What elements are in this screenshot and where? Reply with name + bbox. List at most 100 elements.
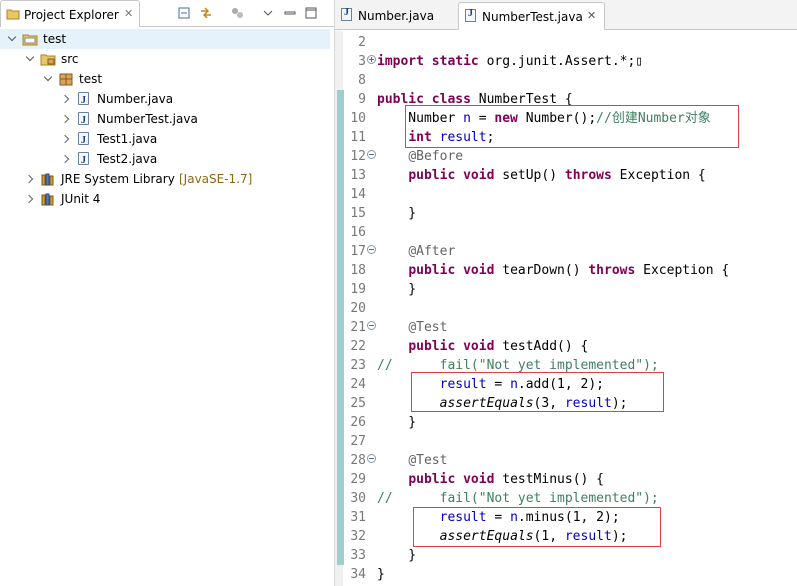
java-file-icon xyxy=(465,8,476,22)
line-number: 25 xyxy=(350,396,366,411)
link-with-editor-icon[interactable] xyxy=(199,6,213,20)
line-number: 19 xyxy=(350,282,366,297)
line-number: 15 xyxy=(350,206,366,221)
tree-item-label: test xyxy=(43,32,67,46)
tree-item[interactable]: Test1.java xyxy=(0,129,330,151)
line-number: 32 xyxy=(350,529,366,544)
tree-item[interactable]: Test2.java xyxy=(0,149,330,171)
line-number: 30 xyxy=(350,491,366,506)
tree-item[interactable]: JRE System Library [JavaSE-1.7] xyxy=(0,169,330,189)
line-number: 26 xyxy=(350,415,366,430)
tree-item-label: JUnit 4 xyxy=(61,192,101,206)
collapse-arrow-icon[interactable] xyxy=(62,134,72,144)
collapse-arrow-icon[interactable] xyxy=(62,114,72,124)
tab-numbertest-java[interactable]: NumberTest.java ✕ xyxy=(458,2,605,30)
project-explorer-icon xyxy=(6,8,20,20)
close-icon[interactable]: ✕ xyxy=(587,9,596,22)
minimize-icon[interactable] xyxy=(283,6,297,20)
collapse-fold-icon[interactable] xyxy=(367,321,376,330)
project-explorer-title: Project Explorer xyxy=(24,8,119,22)
collapse-arrow-icon[interactable] xyxy=(26,174,36,184)
line-number: 33 xyxy=(350,548,366,563)
line-number: 27 xyxy=(350,434,366,449)
line-number: 29 xyxy=(350,472,366,487)
code-line: } xyxy=(377,282,417,297)
line-number: 12 xyxy=(350,149,366,164)
tree-item-label: Number.java xyxy=(97,92,174,106)
line-number: 21 xyxy=(350,320,366,335)
line-number: 28 xyxy=(350,453,366,468)
code-line: public void setUp() throws Exception { xyxy=(408,168,706,183)
maximize-icon[interactable] xyxy=(304,6,318,20)
tree-item[interactable]: test xyxy=(0,69,330,89)
collapse-fold-icon[interactable] xyxy=(367,245,376,254)
library-icon xyxy=(40,191,56,207)
tab-label: Number.java xyxy=(358,9,435,23)
expand-arrow-icon[interactable] xyxy=(26,54,36,64)
tree-item-decoration: [JavaSE-1.7] xyxy=(179,172,253,186)
code-line: // fail("Not yet implemented"); xyxy=(377,491,659,506)
collapse-all-icon[interactable] xyxy=(177,6,191,20)
line-number: 17 xyxy=(350,244,366,259)
collapse-arrow-icon[interactable] xyxy=(62,154,72,164)
project-icon xyxy=(22,31,38,47)
line-number: 9 xyxy=(358,92,366,107)
project-explorer-panel: Project Explorer ✕ test src test Number.jav… xyxy=(0,0,335,586)
collapse-arrow-icon[interactable] xyxy=(26,194,36,204)
line-number: 8 xyxy=(358,73,366,88)
line-number: 10 xyxy=(350,111,366,126)
tree-item[interactable]: NumberTest.java xyxy=(0,109,330,131)
editor-tab-bar: Number.java NumberTest.java ✕ xyxy=(335,0,797,30)
tree-item[interactable]: test xyxy=(0,29,330,49)
quick-diff-ruler xyxy=(335,31,347,586)
tree-item-label: NumberTest.java xyxy=(97,112,198,126)
code-line: public void testMinus() { xyxy=(408,472,604,487)
highlight-box-fields xyxy=(405,105,739,148)
line-number: 23 xyxy=(350,358,366,373)
code-line: public void testAdd() { xyxy=(408,339,589,354)
tree-item[interactable]: Number.java xyxy=(0,89,330,111)
line-number: 2 xyxy=(358,35,366,50)
tree-item[interactable]: JUnit 4 xyxy=(0,189,330,209)
filter-icon[interactable] xyxy=(230,6,244,20)
highlight-box-testadd xyxy=(411,372,664,412)
tree-item[interactable]: src xyxy=(0,49,330,69)
expand-arrow-icon[interactable] xyxy=(8,34,18,44)
code-line: } xyxy=(377,567,385,582)
java-file-icon xyxy=(76,131,92,151)
code-line: } xyxy=(377,548,417,563)
java-file-icon xyxy=(76,111,92,131)
code-line: @Test xyxy=(408,453,448,468)
tab-number-java[interactable]: Number.java xyxy=(335,2,457,30)
tree-item-label: Test1.java xyxy=(97,132,158,146)
line-number: 18 xyxy=(350,263,366,278)
package-icon xyxy=(58,71,74,87)
project-explorer-tab[interactable]: Project Explorer ✕ xyxy=(0,0,140,27)
tree-item-label: test xyxy=(79,72,103,86)
close-icon[interactable]: ✕ xyxy=(124,7,133,20)
view-menu-chevron-down-icon[interactable] xyxy=(261,6,275,20)
line-number: 31 xyxy=(350,510,366,525)
code-line: @Before xyxy=(408,149,464,164)
java-file-icon xyxy=(76,151,92,171)
line-number: 14 xyxy=(350,187,366,202)
line-number: 13 xyxy=(350,168,366,183)
line-number-gutter: 2 3 8 9 10 11 12 13 14 15 16 17 18 19 20 21 22 23 24 25 26 27… xyxy=(344,31,376,586)
collapse-fold-icon[interactable] xyxy=(367,150,376,159)
tree-item-label: Test2.java xyxy=(97,152,158,166)
code-line: } xyxy=(377,206,417,221)
java-file-icon xyxy=(341,7,352,21)
source-folder-icon xyxy=(40,51,56,67)
collapse-fold-icon[interactable] xyxy=(367,454,376,463)
code-line: import static org.junit.Assert.*;▯ xyxy=(377,54,644,69)
expand-fold-icon[interactable] xyxy=(367,55,376,64)
collapse-arrow-icon[interactable] xyxy=(62,94,72,104)
line-number: 24 xyxy=(350,377,366,392)
expand-arrow-icon[interactable] xyxy=(44,74,54,84)
java-file-icon xyxy=(76,91,92,111)
